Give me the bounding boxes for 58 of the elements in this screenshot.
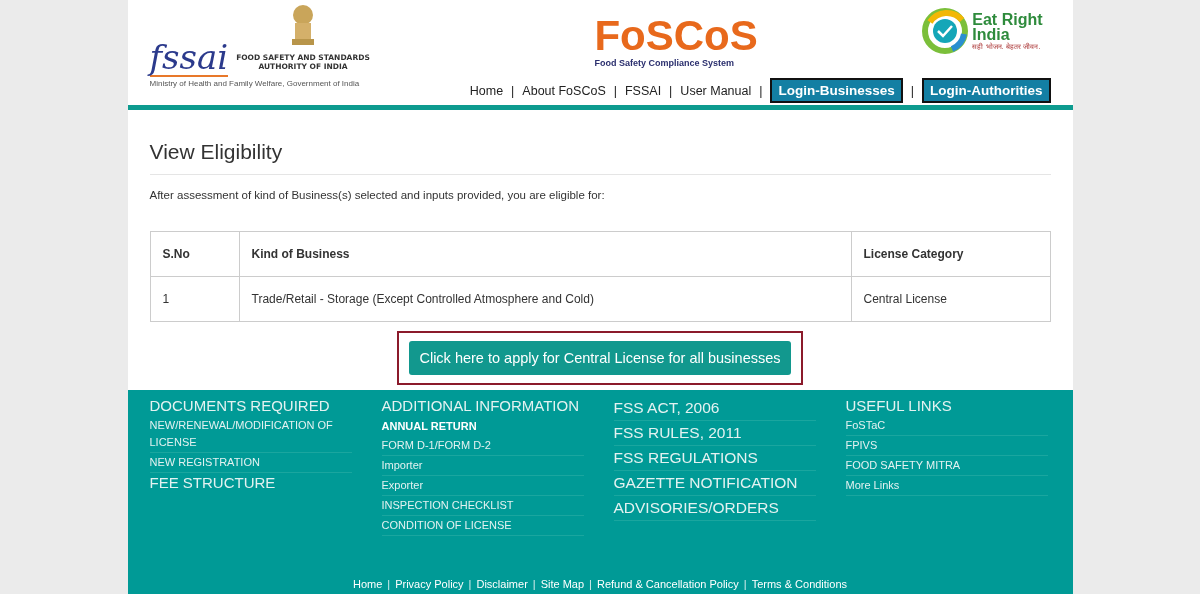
fssai-logo: fssai	[149, 39, 229, 77]
column-header: Kind of Business	[239, 231, 851, 277]
footer-link[interactable]: NEW/RENEWAL/MODIFICATION OF LICENSE	[149, 416, 352, 453]
column-header: S.No	[150, 231, 239, 277]
ministry-text: Ministry of Health and Family Welfare, Government of India	[149, 79, 361, 88]
footer-link[interactable]: Privacy Policy	[395, 578, 464, 590]
nav-link[interactable]: About FoSCoS	[522, 83, 606, 98]
footer-link[interactable]: Site Map	[540, 578, 585, 590]
separator: |	[510, 83, 516, 98]
nav-link[interactable]: User Manual	[680, 83, 752, 98]
separator: |	[742, 578, 748, 590]
brand-tagline: Food Safety Compliance System	[594, 58, 735, 68]
footer-link[interactable]: FOOD SAFETY MITRA	[845, 456, 1048, 476]
separator: |	[668, 83, 674, 98]
separator: |	[386, 578, 392, 590]
separator: |	[467, 578, 473, 590]
footer-link[interactable]: CONDITION OF LICENSE	[381, 516, 584, 536]
nav-link[interactable]: Home	[469, 83, 504, 98]
footer-link[interactable]: FPIVS	[845, 436, 1048, 456]
footer-link[interactable]: INSPECTION CHECKLIST	[381, 496, 584, 516]
eat-right-logo-text: Eat Right India	[972, 11, 1043, 42]
table-cell: Trade/Retail - Storage (Except Controlled Atmosphere and Cold)	[239, 276, 851, 322]
footer-link[interactable]: ADVISORIES/ORDERS	[613, 496, 816, 521]
login-button[interactable]: Login-Businesses	[770, 78, 903, 103]
separator: |	[612, 83, 618, 98]
nav-link[interactable]: FSSAI	[625, 83, 662, 98]
separator: |	[909, 83, 915, 98]
separator: |	[588, 578, 593, 590]
footer-link[interactable]: Importer	[381, 456, 584, 476]
footer-link[interactable]: FSS ACT, 2006	[613, 396, 816, 421]
footer-link[interactable]: FoSTaC	[845, 416, 1048, 436]
footer-heading-link[interactable]: DOCUMENTS REQUIRED	[149, 396, 352, 416]
footer-link[interactable]: ANNUAL RETURN	[381, 416, 584, 436]
footer-link[interactable]: More Links	[845, 476, 1048, 496]
footer-heading-link[interactable]: ADDITIONAL INFORMATION	[381, 396, 584, 416]
eat-right-logo-icon	[922, 8, 969, 54]
footer-link[interactable]: Exporter	[381, 476, 584, 496]
separator: |	[758, 83, 764, 98]
brand-logo: FoSCoS	[594, 14, 758, 58]
separator: |	[531, 578, 537, 590]
footer-link[interactable]: FORM D-1/FORM D-2	[381, 436, 584, 456]
login-button[interactable]: Login-Authorities	[922, 78, 1051, 103]
footer-link[interactable]: Home	[352, 578, 383, 590]
column-header: License Category	[851, 231, 1050, 277]
table-cell: Central License	[851, 276, 1050, 322]
footer-link[interactable]: FSS RULES, 2011	[613, 421, 816, 446]
footer-link[interactable]: Terms & Conditions	[751, 578, 848, 590]
footer-link[interactable]: GAZETTE NOTIFICATION	[613, 471, 816, 496]
footer-heading-link[interactable]: FEE STRUCTURE	[149, 473, 352, 493]
apply-button[interactable]: Click here to apply for Central License for all businesses	[409, 341, 791, 375]
footer-link[interactable]: Refund & Cancellation Policy	[596, 578, 739, 590]
footer-link[interactable]: FSS REGULATIONS	[613, 446, 816, 471]
page-title: View Eligibility	[149, 136, 1051, 175]
footer-link[interactable]: NEW REGISTRATION	[149, 453, 352, 473]
intro-text: After assessment of kind of Business(s) selected and inputs provided, you are eligible for:	[149, 189, 606, 201]
table-cell: 1	[150, 276, 239, 322]
footer-heading-link[interactable]: USEFUL LINKS	[845, 396, 1048, 416]
footer-link[interactable]: Disclaimer	[476, 578, 528, 590]
